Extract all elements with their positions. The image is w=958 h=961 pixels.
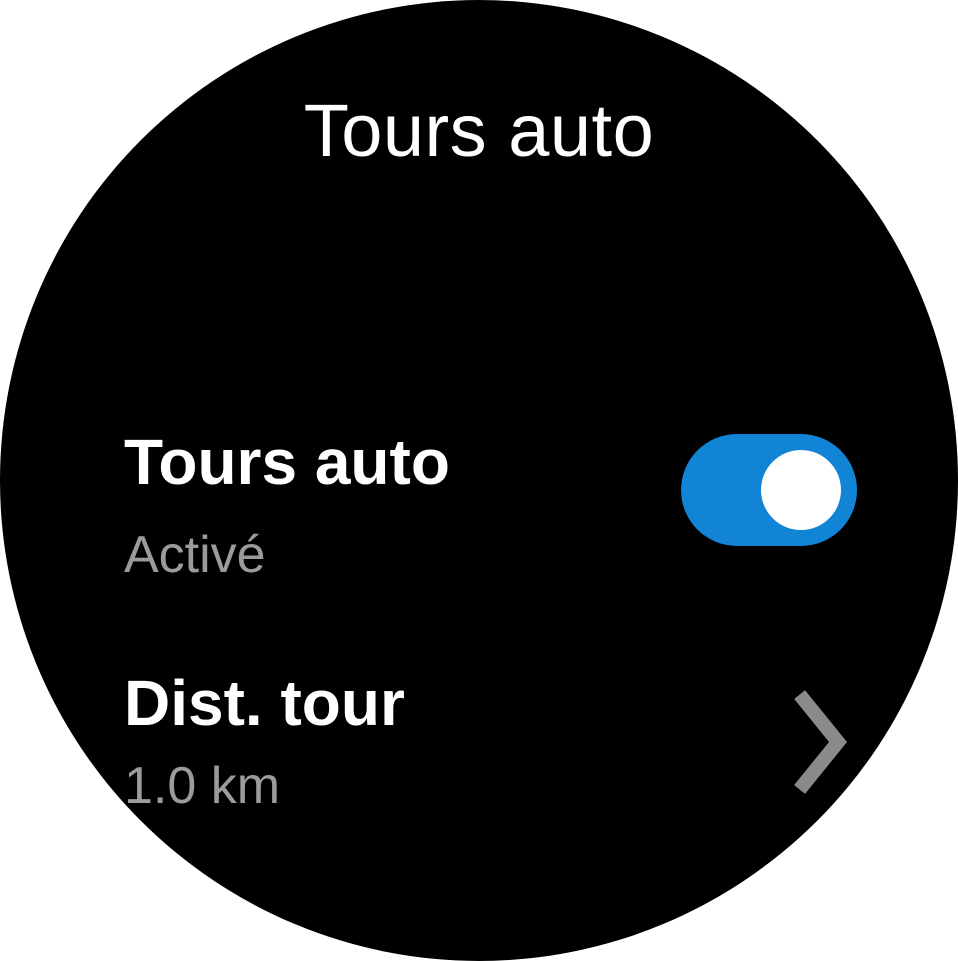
- toggle-knob: [761, 450, 841, 530]
- setting-row-lap-distance[interactable]: Dist. tour 1.0 km: [0, 662, 958, 815]
- chevron-right-icon: [794, 690, 848, 794]
- auto-laps-toggle[interactable]: [681, 434, 857, 546]
- page-title: Tours auto: [303, 89, 655, 172]
- setting-row-auto-laps[interactable]: Tours auto Activé: [0, 420, 958, 590]
- setting-label-lap-distance: Dist. tour: [124, 667, 405, 739]
- watch-screen: Tours auto Tours auto Activé Dist. tour …: [0, 0, 958, 961]
- setting-status-auto-laps: Activé: [124, 526, 266, 584]
- setting-value-lap-distance: 1.0 km: [124, 757, 281, 815]
- setting-label-auto-laps: Tours auto: [124, 426, 450, 498]
